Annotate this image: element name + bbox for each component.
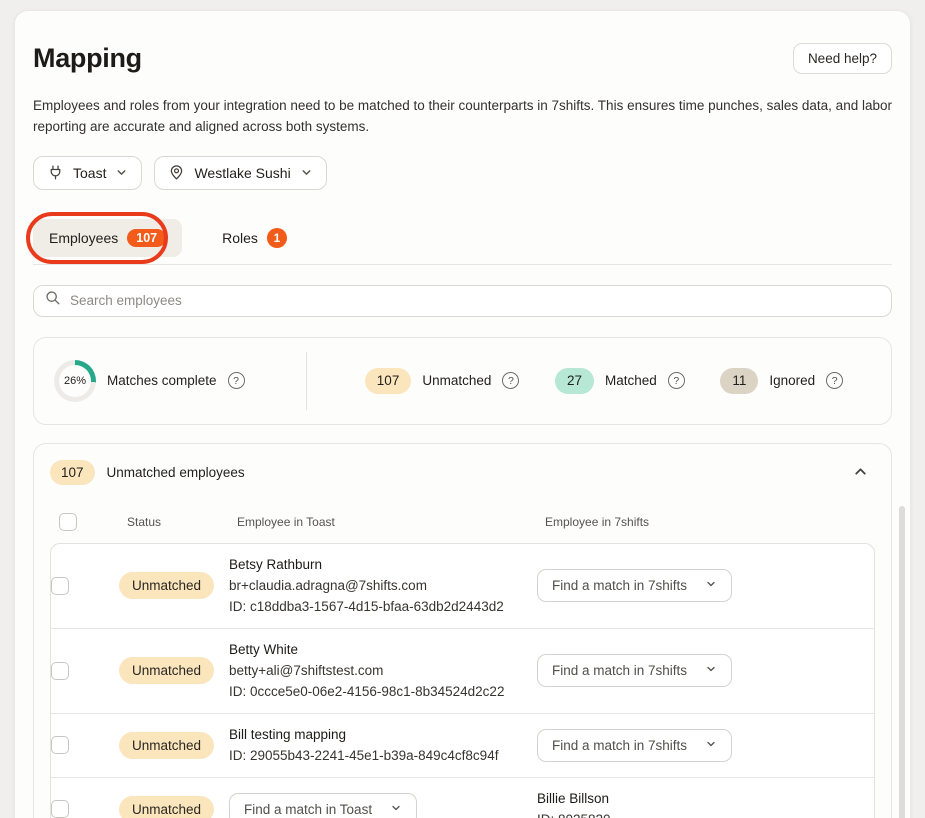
matched-stat: 27 Matched ? <box>555 368 685 394</box>
table-row: Unmatched Bill testing mappingID: 29055b… <box>51 713 874 777</box>
tab-employees-label: Employees <box>49 230 118 246</box>
status-badge: Unmatched <box>119 796 214 818</box>
chevron-down-icon <box>300 166 313 179</box>
row-checkbox[interactable] <box>51 800 69 818</box>
tab-employees[interactable]: Employees 107 <box>33 219 182 258</box>
cell-employee-7shifts: Billie BillsonID: 8025820 <box>537 789 874 818</box>
integration-dropdown-label: Toast <box>73 165 106 181</box>
tab-bar: Employees 107 Roles 1 <box>33 212 892 264</box>
help-icon[interactable]: ? <box>502 372 519 389</box>
unmatched-employees-section: 107 Unmatched employees Status Employee … <box>33 443 892 818</box>
chevron-down-icon <box>115 166 128 179</box>
find-match-dropdown-label: Find a match in Toast <box>244 802 372 817</box>
table-row: Unmatched Find a match in Toast Billie B… <box>51 777 874 818</box>
find-match-dropdown-label: Find a match in 7shifts <box>552 663 687 678</box>
row-checkbox[interactable] <box>51 577 69 595</box>
location-dropdown[interactable]: Westlake Sushi <box>154 156 326 190</box>
cell-employee-7shifts: Find a match in 7shifts <box>537 654 874 687</box>
progress-ring: 26% <box>54 360 96 402</box>
progress-percent: 26% <box>64 375 86 387</box>
employee-name: Betty White <box>229 640 537 660</box>
row-checkbox[interactable] <box>51 736 69 754</box>
find-match-dropdown[interactable]: Find a match in 7shifts <box>537 654 732 687</box>
section-count-badge: 107 <box>50 460 95 485</box>
select-all-checkbox[interactable] <box>59 513 77 531</box>
cell-employee-toast: Betty Whitebetty+ali@7shiftstest.comID: … <box>229 640 537 702</box>
cell-employee-toast: Bill testing mappingID: 29055b43-2241-45… <box>229 725 537 766</box>
status-badge: Unmatched <box>119 657 214 684</box>
cell-employee-7shifts: Find a match in 7shifts <box>537 569 874 602</box>
collapse-section-button[interactable] <box>848 459 873 487</box>
table-row: Unmatched Betsy Rathburnbr+claudia.adrag… <box>51 544 874 628</box>
employee-id: ID: 29055b43-2241-45e1-b39a-849c4cf8c94f <box>229 746 537 766</box>
row-checkbox[interactable] <box>51 662 69 680</box>
table-header-row: Status Employee in Toast Employee in 7sh… <box>50 499 875 543</box>
table-row: Unmatched Betty Whitebetty+ali@7shiftste… <box>51 628 874 713</box>
chevron-down-icon <box>705 578 717 593</box>
find-match-dropdown[interactable]: Find a match in 7shifts <box>537 569 732 602</box>
employees-count-badge: 107 <box>127 229 166 248</box>
need-help-button[interactable]: Need help? <box>793 43 892 74</box>
help-icon[interactable]: ? <box>668 372 685 389</box>
search-icon <box>45 290 61 311</box>
help-icon[interactable]: ? <box>826 372 843 389</box>
ignored-label: Ignored <box>769 373 815 388</box>
status-badge: Unmatched <box>119 732 214 759</box>
tab-roles[interactable]: Roles 1 <box>206 218 303 258</box>
rows-container: Unmatched Betsy Rathburnbr+claudia.adrag… <box>50 543 875 818</box>
cell-employee-toast: Find a match in Toast <box>229 793 537 818</box>
matches-complete-stat: 26% Matches complete ? <box>34 360 306 402</box>
page-description: Employees and roles from your integratio… <box>33 96 892 138</box>
cell-employee-toast: Betsy Rathburnbr+claudia.adragna@7shifts… <box>229 555 537 617</box>
integration-dropdown[interactable]: Toast <box>33 156 142 190</box>
employee-name: Betsy Rathburn <box>229 555 537 575</box>
find-match-dropdown[interactable]: Find a match in 7shifts <box>537 729 732 762</box>
scrollbar-thumb[interactable] <box>899 506 905 818</box>
cell-employee-7shifts: Find a match in 7shifts <box>537 729 874 762</box>
employee-id: ID: 0ccce5e0-06e2-4156-98c1-8b34524d2c22 <box>229 682 537 702</box>
filter-bar: Toast Westlake Sushi <box>33 156 892 190</box>
plug-icon <box>47 164 64 181</box>
page-header: Mapping Need help? <box>33 43 892 74</box>
mapping-page-card: Mapping Need help? Employees and roles f… <box>14 10 911 818</box>
employee-email: br+claudia.adragna@7shifts.com <box>229 576 537 596</box>
employee-name: Bill testing mapping <box>229 725 537 745</box>
search-input[interactable] <box>70 293 880 308</box>
section-title: Unmatched employees <box>107 465 836 480</box>
section-header: 107 Unmatched employees <box>34 444 891 499</box>
find-match-dropdown-label: Find a match in 7shifts <box>552 578 687 593</box>
stats-bar: 26% Matches complete ? 107 Unmatched ? 2… <box>33 337 892 425</box>
employee-id: ID: c18ddba3-1567-4d15-bfaa-63db2d2443d2 <box>229 597 537 617</box>
column-header-employee-7shifts: Employee in 7shifts <box>545 515 875 529</box>
ignored-stat: 11 Ignored ? <box>720 368 843 394</box>
unmatched-count-badge: 107 <box>365 368 412 394</box>
unmatched-stat: 107 Unmatched ? <box>365 368 520 394</box>
chevron-up-icon <box>852 463 869 483</box>
column-header-status: Status <box>127 515 237 529</box>
find-match-dropdown[interactable]: Find a match in Toast <box>229 793 417 818</box>
page-title: Mapping <box>33 43 142 74</box>
chevron-down-icon <box>705 738 717 753</box>
employee-email: betty+ali@7shiftstest.com <box>229 661 537 681</box>
status-badge: Unmatched <box>119 572 214 599</box>
location-dropdown-label: Westlake Sushi <box>194 165 290 181</box>
unmatched-label: Unmatched <box>422 373 491 388</box>
chevron-down-icon <box>705 663 717 678</box>
roles-count-badge: 1 <box>267 228 287 248</box>
help-icon[interactable]: ? <box>228 372 245 389</box>
chevron-down-icon <box>390 802 402 817</box>
column-header-employee-toast: Employee in Toast <box>237 515 545 529</box>
search-bar <box>33 285 892 317</box>
employee-id: ID: 8025820 <box>537 810 874 818</box>
tabs-divider <box>33 264 892 265</box>
tab-roles-label: Roles <box>222 230 258 246</box>
matched-count-badge: 27 <box>555 368 594 394</box>
find-match-dropdown-label: Find a match in 7shifts <box>552 738 687 753</box>
ignored-count-badge: 11 <box>720 368 758 394</box>
matched-label: Matched <box>605 373 657 388</box>
location-pin-icon <box>168 164 185 181</box>
matches-complete-label: Matches complete <box>107 373 217 388</box>
employee-name: Billie Billson <box>537 789 874 809</box>
